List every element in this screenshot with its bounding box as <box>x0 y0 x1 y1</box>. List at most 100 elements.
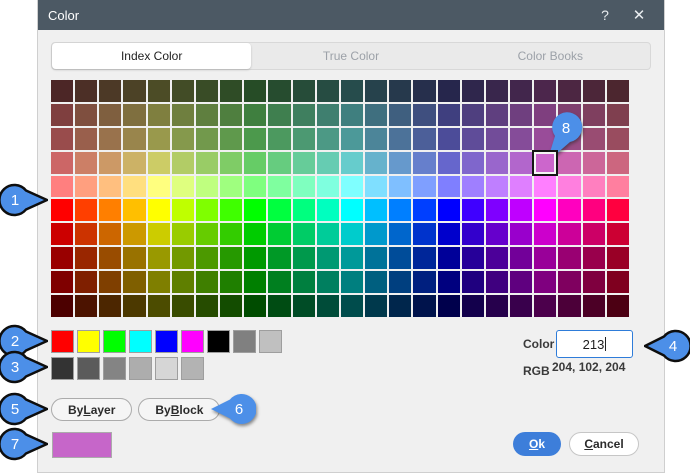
aci-cell[interactable] <box>389 104 411 126</box>
aci-cell[interactable] <box>220 271 242 293</box>
aci-cell[interactable] <box>389 223 411 245</box>
aci-cell[interactable] <box>244 128 266 150</box>
aci-cell[interactable] <box>268 128 290 150</box>
aci-cell[interactable] <box>558 223 580 245</box>
ok-button[interactable]: Ok <box>513 432 561 456</box>
aci-cell[interactable] <box>365 80 387 102</box>
aci-cell[interactable] <box>123 80 145 102</box>
aci-cell[interactable] <box>293 152 315 174</box>
aci-cell[interactable] <box>486 247 508 269</box>
aci-cell[interactable] <box>365 152 387 174</box>
aci-cell[interactable] <box>534 128 556 150</box>
aci-cell[interactable] <box>317 128 339 150</box>
aci-cell[interactable] <box>123 152 145 174</box>
aci-cell[interactable] <box>75 176 97 198</box>
aci-cell[interactable] <box>462 176 484 198</box>
aci-cell[interactable] <box>438 247 460 269</box>
aci-cell[interactable] <box>438 104 460 126</box>
aci-cell[interactable] <box>558 295 580 317</box>
aci-cell[interactable] <box>462 271 484 293</box>
aci-cell[interactable] <box>196 104 218 126</box>
aci-cell[interactable] <box>583 295 605 317</box>
aci-cell[interactable] <box>583 199 605 221</box>
aci-cell[interactable] <box>172 152 194 174</box>
aci-cell[interactable] <box>148 271 170 293</box>
standard-color-swatch[interactable] <box>155 330 178 353</box>
tab-true-color[interactable]: True Color <box>251 43 450 69</box>
aci-cell[interactable] <box>123 271 145 293</box>
aci-cell[interactable] <box>341 295 363 317</box>
aci-cell[interactable] <box>220 128 242 150</box>
aci-cell[interactable] <box>99 128 121 150</box>
gray-shade-swatch[interactable] <box>103 357 126 380</box>
aci-cell[interactable] <box>148 176 170 198</box>
aci-cell[interactable] <box>148 104 170 126</box>
aci-cell[interactable] <box>365 295 387 317</box>
aci-cell[interactable] <box>293 271 315 293</box>
aci-cell[interactable] <box>486 223 508 245</box>
aci-cell[interactable] <box>365 176 387 198</box>
aci-cell[interactable] <box>123 295 145 317</box>
tab-color-books[interactable]: Color Books <box>451 43 650 69</box>
aci-cell[interactable] <box>268 199 290 221</box>
aci-cell[interactable] <box>413 199 435 221</box>
aci-cell[interactable] <box>534 176 556 198</box>
aci-cell[interactable] <box>607 80 629 102</box>
aci-cell[interactable] <box>268 80 290 102</box>
aci-cell[interactable] <box>268 271 290 293</box>
aci-cell[interactable] <box>196 199 218 221</box>
aci-cell[interactable] <box>123 199 145 221</box>
aci-cell[interactable] <box>413 80 435 102</box>
aci-cell[interactable] <box>607 247 629 269</box>
aci-cell[interactable] <box>462 247 484 269</box>
aci-cell[interactable] <box>51 176 73 198</box>
aci-cell[interactable] <box>534 271 556 293</box>
aci-cell[interactable] <box>510 80 532 102</box>
aci-cell[interactable] <box>51 152 73 174</box>
aci-cell[interactable] <box>583 152 605 174</box>
aci-cell[interactable] <box>51 128 73 150</box>
aci-cell[interactable] <box>558 199 580 221</box>
aci-cell[interactable] <box>486 152 508 174</box>
aci-cell[interactable] <box>196 176 218 198</box>
aci-cell[interactable] <box>607 152 629 174</box>
aci-cell[interactable] <box>365 104 387 126</box>
aci-cell[interactable] <box>583 128 605 150</box>
cancel-button[interactable]: Cancel <box>569 432 639 456</box>
standard-color-swatch[interactable] <box>181 330 204 353</box>
aci-cell[interactable] <box>317 295 339 317</box>
color-input[interactable]: 213 <box>556 330 633 358</box>
aci-cell[interactable] <box>148 199 170 221</box>
aci-cell[interactable] <box>148 128 170 150</box>
aci-cell[interactable] <box>75 80 97 102</box>
aci-cell[interactable] <box>99 199 121 221</box>
aci-cell[interactable] <box>293 80 315 102</box>
aci-cell[interactable] <box>220 80 242 102</box>
aci-cell[interactable] <box>510 199 532 221</box>
aci-cell[interactable] <box>244 80 266 102</box>
aci-cell[interactable] <box>148 223 170 245</box>
aci-cell[interactable] <box>389 271 411 293</box>
aci-cell[interactable] <box>486 271 508 293</box>
aci-cell[interactable] <box>341 128 363 150</box>
aci-cell[interactable] <box>413 152 435 174</box>
aci-cell[interactable] <box>607 223 629 245</box>
aci-cell[interactable] <box>172 247 194 269</box>
aci-cell[interactable] <box>462 199 484 221</box>
aci-cell[interactable] <box>196 152 218 174</box>
aci-cell[interactable] <box>244 104 266 126</box>
aci-cell[interactable] <box>293 176 315 198</box>
aci-cell[interactable] <box>462 80 484 102</box>
aci-cell[interactable] <box>413 104 435 126</box>
aci-cell[interactable] <box>534 247 556 269</box>
standard-color-swatch[interactable] <box>259 330 282 353</box>
gray-shade-swatch[interactable] <box>129 357 152 380</box>
aci-cell[interactable] <box>558 271 580 293</box>
aci-cell[interactable] <box>75 223 97 245</box>
gray-shade-swatch[interactable] <box>51 357 74 380</box>
aci-cell[interactable] <box>389 176 411 198</box>
aci-cell[interactable] <box>75 128 97 150</box>
aci-cell[interactable] <box>510 152 532 174</box>
aci-cell[interactable] <box>268 247 290 269</box>
aci-cell[interactable] <box>510 247 532 269</box>
